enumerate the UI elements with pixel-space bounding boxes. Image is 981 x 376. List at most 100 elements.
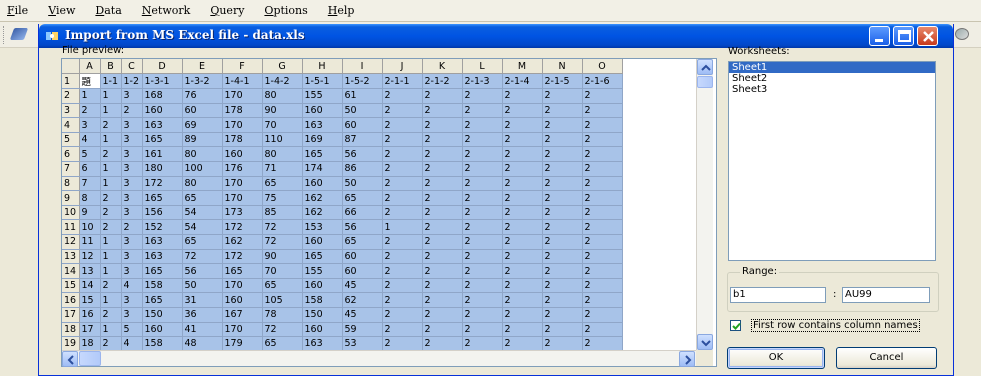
column-header[interactable]: N — [542, 59, 583, 75]
table-cell[interactable]: 3 — [121, 190, 143, 206]
column-header[interactable]: O — [582, 59, 623, 75]
table-cell[interactable]: 1-4-1 — [222, 73, 263, 90]
row-header[interactable]: 1 — [62, 73, 80, 90]
table-cell[interactable]: 1 — [100, 263, 122, 279]
row-header[interactable]: 8 — [62, 176, 80, 192]
table-cell[interactable]: 2 — [582, 176, 623, 192]
table-cell[interactable]: 2 — [462, 88, 503, 104]
table-cell[interactable]: 165 — [142, 190, 183, 206]
table-cell[interactable]: 65 — [342, 234, 383, 250]
table-cell[interactable]: 2 — [422, 234, 463, 250]
table-cell[interactable]: 2 — [382, 307, 423, 323]
table-cell[interactable]: 2 — [502, 249, 543, 265]
table-cell[interactable]: 45 — [342, 278, 383, 294]
toolbar-tool-icon[interactable] — [9, 28, 29, 40]
grid-horizontal-scrollbar[interactable] — [62, 350, 696, 367]
table-cell[interactable]: 2 — [542, 176, 583, 192]
table-cell[interactable]: 9 — [79, 205, 101, 221]
table-cell[interactable]: 2 — [582, 205, 623, 221]
table-cell[interactable]: 173 — [222, 205, 263, 221]
table-cell[interactable]: 2 — [502, 190, 543, 206]
table-cell[interactable]: 158 — [142, 278, 183, 294]
table-cell[interactable]: 1-1 — [100, 73, 122, 90]
column-header[interactable]: H — [302, 59, 343, 75]
table-cell[interactable]: 36 — [182, 307, 223, 323]
table-cell[interactable]: 2 — [422, 132, 463, 148]
table-cell[interactable]: 2 — [582, 117, 623, 133]
table-cell[interactable]: 3 — [121, 117, 143, 133]
table-cell[interactable]: 85 — [262, 205, 303, 221]
table-cell[interactable]: 2 — [462, 117, 503, 133]
vertical-scroll-thumb[interactable] — [697, 76, 713, 88]
table-cell[interactable]: 2 — [502, 307, 543, 323]
table-cell[interactable]: 2 — [542, 219, 583, 236]
table-cell[interactable]: 163 — [142, 234, 183, 250]
ok-button[interactable]: OK — [727, 347, 825, 369]
table-cell[interactable]: 174 — [302, 161, 343, 177]
table-cell[interactable]: 170 — [222, 322, 263, 338]
table-cell[interactable]: 170 — [222, 176, 263, 192]
table-cell[interactable]: 5 — [121, 322, 143, 338]
table-cell[interactable]: 2 — [582, 132, 623, 148]
table-cell[interactable]: 2 — [502, 117, 543, 133]
table-cell[interactable]: 2 — [582, 263, 623, 279]
table-cell[interactable]: 1 — [79, 88, 101, 104]
table-cell[interactable]: 169 — [302, 132, 343, 148]
table-cell[interactable]: 2 — [382, 292, 423, 308]
table-cell[interactable]: 2 — [462, 103, 503, 119]
row-header[interactable]: 7 — [62, 161, 80, 177]
table-cell[interactable]: 2-1-1 — [382, 73, 423, 90]
table-cell[interactable]: 2 — [100, 219, 122, 236]
table-cell[interactable]: 60 — [342, 249, 383, 265]
table-cell[interactable]: 2 — [422, 263, 463, 279]
table-cell[interactable]: 150 — [142, 307, 183, 323]
table-cell[interactable]: 3 — [121, 205, 143, 221]
table-cell[interactable]: 89 — [182, 132, 223, 148]
table-row[interactable]: 4 3 2 3 163 69 170 70 163 60 2 2 2 2 2 2 — [62, 117, 623, 133]
table-cell[interactable]: 50 — [342, 176, 383, 192]
table-cell[interactable]: 2 — [382, 176, 423, 192]
table-cell[interactable]: 2 — [582, 234, 623, 250]
table-cell[interactable]: 1-3-1 — [142, 73, 183, 90]
table-cell[interactable]: 2-1-2 — [422, 73, 463, 90]
minimize-button[interactable] — [869, 26, 890, 46]
row-header[interactable]: 12 — [62, 234, 80, 250]
table-cell[interactable]: 1 — [100, 292, 122, 308]
table-cell[interactable]: 10 — [79, 219, 101, 236]
column-header[interactable]: D — [142, 59, 183, 75]
table-cell[interactable]: 162 — [302, 205, 343, 221]
row-header[interactable]: 17 — [62, 307, 80, 323]
table-cell[interactable]: 14 — [79, 278, 101, 294]
table-cell[interactable]: 170 — [222, 117, 263, 133]
table-cell[interactable]: 65 — [182, 190, 223, 206]
column-header[interactable]: G — [262, 59, 303, 75]
menu-query[interactable]: Query — [207, 3, 247, 18]
first-row-names-label[interactable]: First row contains column names — [751, 319, 920, 332]
row-header[interactable]: 15 — [62, 278, 80, 294]
table-cell[interactable]: 13 — [79, 263, 101, 279]
table-cell[interactable]: 163 — [302, 117, 343, 133]
table-cell[interactable]: 54 — [182, 219, 223, 236]
table-cell[interactable]: 2 — [542, 132, 583, 148]
table-cell[interactable]: 2 — [502, 146, 543, 163]
table-cell[interactable]: 160 — [222, 146, 263, 163]
worksheets-list[interactable]: Sheet1 Sheet2 Sheet3 — [728, 61, 936, 261]
table-cell[interactable]: 2 — [462, 292, 503, 308]
grid-corner-cell[interactable] — [62, 59, 80, 75]
table-cell[interactable]: 8 — [79, 190, 101, 206]
table-cell[interactable]: 70 — [262, 117, 303, 133]
cancel-button[interactable]: Cancel — [836, 347, 937, 369]
worksheet-item-sheet3[interactable]: Sheet3 — [729, 84, 935, 95]
table-cell[interactable]: 165 — [142, 132, 183, 148]
table-cell[interactable]: 160 — [302, 322, 343, 338]
table-cell[interactable]: 2 — [422, 205, 463, 221]
table-cell[interactable]: 2 — [462, 176, 503, 192]
table-cell[interactable]: 150 — [302, 307, 343, 323]
table-cell[interactable]: 161 — [142, 146, 183, 163]
menu-network[interactable]: Network — [139, 3, 194, 18]
table-cell[interactable]: 3 — [121, 161, 143, 177]
column-header[interactable]: J — [382, 59, 423, 75]
table-cell[interactable]: 2 — [462, 132, 503, 148]
row-header[interactable]: 14 — [62, 263, 80, 279]
table-cell[interactable]: 2 — [422, 278, 463, 294]
